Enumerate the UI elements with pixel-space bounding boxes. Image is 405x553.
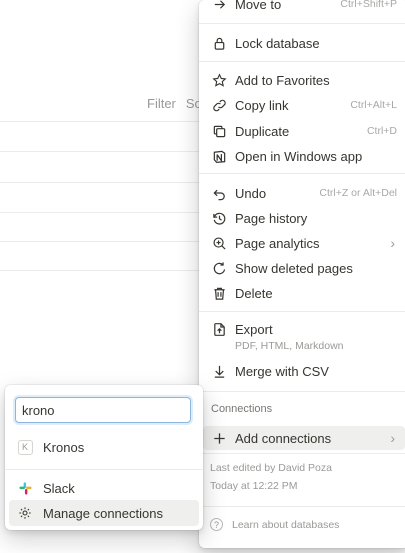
edited-time-text: Today at 12:22 PM (210, 480, 298, 492)
chevron-right-icon: › (390, 430, 395, 446)
menu-divider (199, 391, 405, 392)
menu-item-add-to-favorites[interactable]: Add to Favorites (203, 68, 405, 92)
connection-result-kronos[interactable]: K Kronos (9, 434, 199, 460)
arrow-down-icon (211, 363, 227, 379)
trash-icon (211, 285, 227, 301)
manage-connections-button[interactable]: Manage connections (9, 500, 199, 526)
star-icon (211, 72, 227, 88)
help-icon: ? (210, 518, 223, 531)
popup-divider (5, 469, 203, 470)
kronos-icon: K (17, 439, 33, 455)
menu-item-lock-database[interactable]: Lock database (203, 31, 405, 55)
menu-item-export[interactable]: Export (203, 317, 405, 341)
menu-item-add-connections[interactable]: Add connections › (203, 426, 405, 450)
menu-item-move-to[interactable]: Move to Ctrl+Shift+P (203, 0, 405, 16)
analytics-zoom-icon (211, 235, 227, 251)
database-options-menu: Move to Ctrl+Shift+P Lock database Add t… (199, 0, 405, 548)
duplicate-icon (211, 123, 227, 139)
menu-divider (199, 311, 405, 312)
connections-section-label: Connections (211, 403, 273, 415)
link-icon (211, 97, 227, 113)
filter-button[interactable]: Filter (147, 96, 176, 111)
move-icon (211, 0, 227, 12)
export-formats-text: PDF, HTML, Markdown (235, 340, 344, 352)
connections-search-input[interactable] (15, 397, 191, 423)
menu-item-copy-link[interactable]: Copy link Ctrl+Alt+L (203, 93, 405, 117)
menu-item-page-history[interactable]: Page history (203, 206, 405, 230)
last-edited-text: Last edited by David Poza (210, 462, 332, 474)
chevron-right-icon: › (390, 235, 395, 251)
menu-item-undo[interactable]: Undo Ctrl+Z or Alt+Del (203, 181, 405, 205)
restore-icon (211, 260, 227, 276)
learn-about-databases-link[interactable]: ? Learn about databases (210, 518, 339, 531)
menu-item-open-in-windows-app[interactable]: Open in Windows app (203, 144, 405, 168)
menu-item-merge-with-csv[interactable]: Merge with CSV (203, 359, 405, 383)
slack-icon (17, 480, 33, 496)
menu-divider (199, 61, 405, 62)
connection-item-slack[interactable]: Slack (9, 475, 199, 501)
menu-item-page-analytics[interactable]: Page analytics › (203, 231, 405, 255)
menu-divider (199, 23, 405, 24)
lock-icon (211, 35, 227, 51)
menu-divider (199, 453, 405, 454)
gear-icon (17, 505, 33, 521)
connections-popup: K Kronos Slack Manage connections (5, 385, 203, 530)
menu-item-delete[interactable]: Delete (203, 281, 405, 305)
menu-item-duplicate[interactable]: Duplicate Ctrl+D (203, 119, 405, 143)
undo-icon (211, 185, 227, 201)
menu-divider (199, 506, 405, 507)
export-icon (211, 321, 227, 337)
notion-app-icon (211, 148, 227, 164)
menu-item-show-deleted-pages[interactable]: Show deleted pages (203, 256, 405, 280)
plus-icon (211, 430, 227, 446)
menu-divider (199, 173, 405, 174)
history-icon (211, 210, 227, 226)
